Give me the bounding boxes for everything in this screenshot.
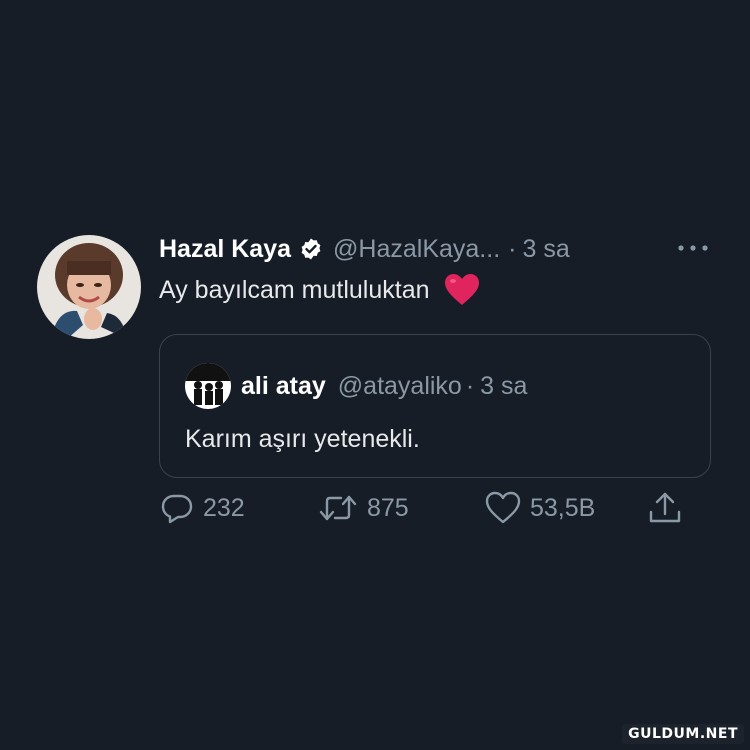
tweet-text-row: Ay bayılcam mutluluktan [159,272,714,308]
verified-badge-icon [301,238,321,260]
quote-timestamp[interactable]: 3 sa [480,372,527,401]
timestamp[interactable]: 3 sa [522,235,569,264]
like-count: 53,5B [530,493,596,522]
watermark: GULDUM.NET [622,724,744,744]
share-icon [649,492,681,523]
share-button[interactable] [647,490,683,526]
quote-handle[interactable]: @atayaliko [338,372,462,401]
quote-display-name[interactable]: ali atay [241,372,326,401]
separator-dot: · [508,234,517,263]
retweet-icon [319,495,357,521]
more-options-icon[interactable] [676,236,710,260]
retweet-count: 875 [367,493,409,522]
quote-separator-dot: · [465,371,475,400]
quoted-tweet[interactable]: ali atay @atayaliko · 3 sa Karım aşırı y… [159,334,711,478]
display-name[interactable]: Hazal Kaya [159,235,291,264]
tweet-header: Hazal Kaya @HazalKaya... · 3 sa [159,230,714,268]
avatar-image [37,235,141,339]
quote-text: Karım aşırı yetenekli. [185,425,420,453]
tweet-text: Ay bayılcam mutluluktan [159,275,430,304]
quote-avatar-image [185,363,231,409]
page: Hazal Kaya @HazalKaya... · 3 sa Ay bayıl… [0,0,750,750]
reply-icon [161,494,193,524]
action-bar: 232 875 53,5B [159,490,719,530]
avatar[interactable] [37,235,141,339]
reply-count: 232 [203,493,245,522]
reply-button[interactable]: 232 [159,490,245,526]
like-icon [485,491,521,524]
tweet-content: Hazal Kaya @HazalKaya... · 3 sa Ay bayıl… [159,230,714,524]
quote-avatar[interactable] [185,363,231,409]
like-button[interactable]: 53,5B [484,490,595,526]
retweet-button[interactable]: 875 [317,490,409,526]
handle[interactable]: @HazalKaya... [333,235,500,264]
red-heart-emoji-icon [444,274,479,305]
quote-header: ali atay @atayaliko · 3 sa [185,363,527,409]
